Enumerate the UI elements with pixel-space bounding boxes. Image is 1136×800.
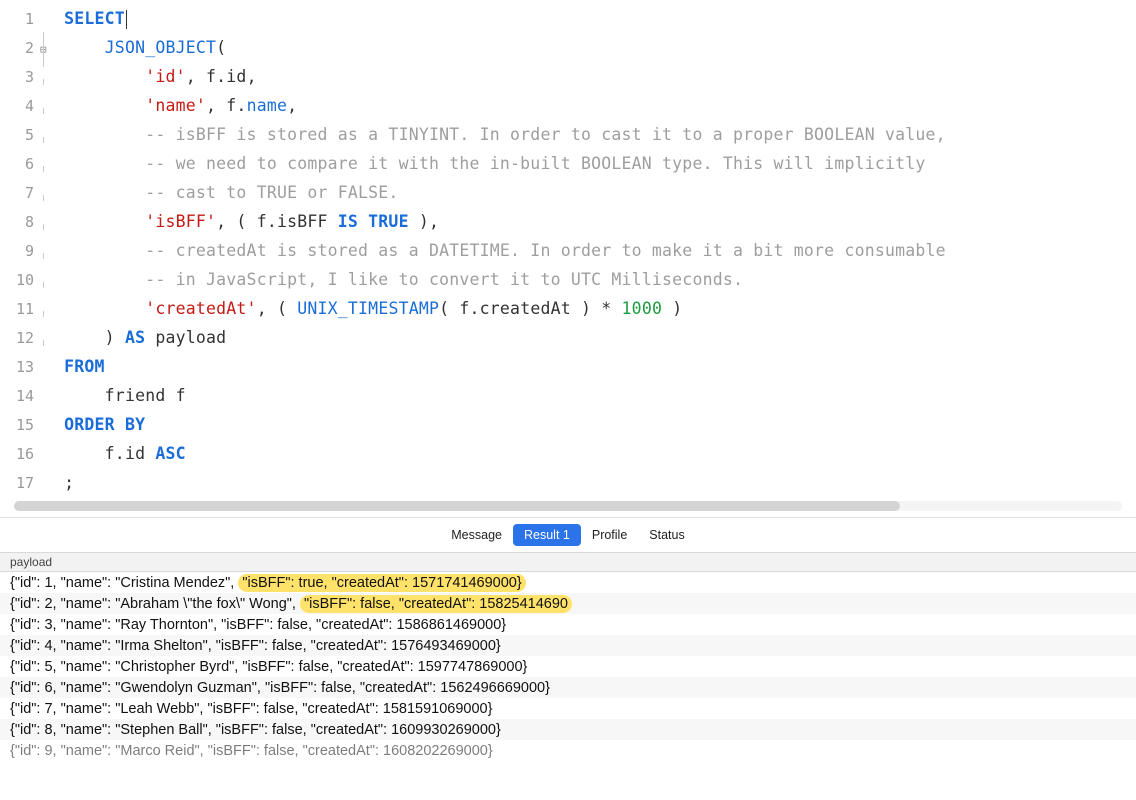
results-body[interactable]: {"id": 1, "name": "Cristina Mendez", "is… [0,572,1136,800]
line-number: 2 [0,34,40,63]
line-number: 12 [0,324,40,353]
scrollbar-thumb[interactable] [14,501,900,511]
code-line[interactable]: 8 'isBFF', ( f.isBFF IS TRUE ), [0,207,1136,236]
code-line[interactable]: 10 -- in JavaScript, I like to convert i… [0,265,1136,294]
result-row[interactable]: {"id": 2, "name": "Abraham \"the fox\" W… [0,593,1136,614]
highlighted-text: "isBFF": false, "createdAt": 15825414690 [300,595,572,613]
code-line[interactable]: 7 -- cast to TRUE or FALSE. [0,178,1136,207]
result-row[interactable]: {"id": 8, "name": "Stephen Ball", "isBFF… [0,719,1136,740]
result-row[interactable]: {"id": 6, "name": "Gwendolyn Guzman", "i… [0,677,1136,698]
result-row[interactable]: {"id": 4, "name": "Irma Shelton", "isBFF… [0,635,1136,656]
code-line[interactable]: 2 ⊟ JSON_OBJECT( [0,33,1136,62]
line-number: 14 [0,382,40,411]
line-number: 6 [0,150,40,179]
line-number: 10 [0,266,40,295]
sql-editor[interactable]: 1 SELECT 2 ⊟ JSON_OBJECT( 3 'id', f.id, … [0,0,1136,518]
result-row[interactable]: {"id": 9, "name": "Marco Reid", "isBFF":… [0,740,1136,761]
code-line[interactable]: 15 ORDER BY [0,410,1136,439]
code-line[interactable]: 1 SELECT [0,4,1136,33]
results-column-header[interactable]: payload [0,552,1136,572]
code-line[interactable]: 16 f.id ASC [0,439,1136,468]
line-number: 3 [0,63,40,92]
line-number: 15 [0,411,40,440]
result-row[interactable]: {"id": 1, "name": "Cristina Mendez", "is… [0,572,1136,593]
line-number: 13 [0,353,40,382]
line-number: 7 [0,179,40,208]
tab-message[interactable]: Message [440,524,513,546]
tab-status[interactable]: Status [638,524,695,546]
code-line[interactable]: 9 -- createdAt is stored as a DATETIME. … [0,236,1136,265]
code-line[interactable]: 3 'id', f.id, [0,62,1136,91]
line-number: 16 [0,440,40,469]
horizontal-scrollbar[interactable] [14,501,1122,511]
highlighted-text: "isBFF": true, "createdAt": 157174146900… [238,574,525,592]
line-number: 11 [0,295,40,324]
code-line[interactable]: 12 ) AS payload [0,323,1136,352]
tab-result[interactable]: Result 1 [513,524,581,546]
line-number: 17 [0,469,40,498]
text-cursor [126,10,127,29]
code-line[interactable]: 13 FROM [0,352,1136,381]
code-line[interactable]: 14 friend f [0,381,1136,410]
results-tabs: Message Result 1 Profile Status [0,518,1136,552]
result-row[interactable]: {"id": 5, "name": "Christopher Byrd", "i… [0,656,1136,677]
line-number: 4 [0,92,40,121]
tab-profile[interactable]: Profile [581,524,638,546]
code-line[interactable]: 11 'createdAt', ( UNIX_TIMESTAMP( f.crea… [0,294,1136,323]
code-line[interactable]: 4 'name', f.name, [0,91,1136,120]
code-line[interactable]: 17 ; [0,468,1136,497]
line-number: 9 [0,237,40,266]
result-row[interactable]: {"id": 3, "name": "Ray Thornton", "isBFF… [0,614,1136,635]
code-line[interactable]: 5 -- isBFF is stored as a TINYINT. In or… [0,120,1136,149]
results-panel: payload {"id": 1, "name": "Cristina Mend… [0,552,1136,800]
result-row[interactable]: {"id": 7, "name": "Leah Webb", "isBFF": … [0,698,1136,719]
fold-toggle-icon[interactable]: ⊟ [40,35,54,64]
code-line[interactable]: 6 -- we need to compare it with the in-b… [0,149,1136,178]
line-number: 8 [0,208,40,237]
line-number: 1 [0,5,40,34]
line-number: 5 [0,121,40,150]
